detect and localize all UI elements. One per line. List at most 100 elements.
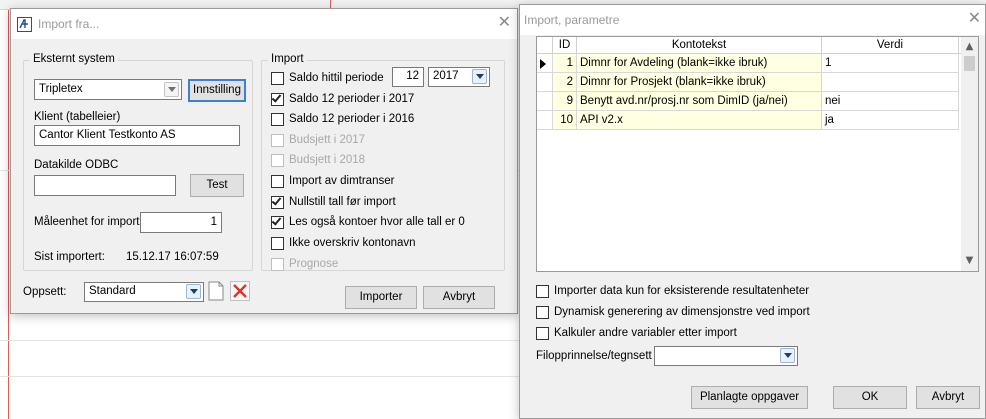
external-system-legend: Eksternt system xyxy=(30,53,118,65)
column-header-verdi[interactable]: Verdi xyxy=(822,37,959,54)
cell-id[interactable]: 1 xyxy=(553,54,577,73)
checkbox-unchecked xyxy=(271,154,284,167)
checkbox-unchecked xyxy=(271,258,284,271)
encoding-select[interactable] xyxy=(654,346,798,366)
chevron-down-icon[interactable] xyxy=(186,284,201,299)
cell-id[interactable]: 10 xyxy=(553,111,577,130)
import-option-label: Nullstill tall før import xyxy=(289,196,396,208)
grid-header: ID Kontotekst Verdi xyxy=(537,37,962,54)
scroll-thumb[interactable] xyxy=(964,56,975,71)
app-icon xyxy=(17,17,32,32)
system-select[interactable]: Tripletex xyxy=(34,79,182,100)
checkbox-unchecked[interactable] xyxy=(536,285,549,298)
checkbox-unchecked[interactable] xyxy=(271,175,284,188)
client-input[interactable]: Cantor Klient Testkonto AS xyxy=(34,125,240,146)
checkmark-icon xyxy=(271,92,282,103)
period-input[interactable]: 12 xyxy=(392,67,424,87)
params-dialog-titlebar: Import, parametre ✕ xyxy=(520,5,985,35)
encoding-label: Filopprinnelse/tegnsett xyxy=(536,350,652,362)
test-button[interactable]: Test xyxy=(190,174,244,197)
checkbox-checked[interactable] xyxy=(271,195,284,209)
row-indicator-cell[interactable] xyxy=(537,111,553,130)
import-option-label: Les også kontoer hvor alle tall er 0 xyxy=(289,216,465,228)
import-option-label: Ikke overskriv kontonavn xyxy=(289,237,416,249)
unit-input[interactable]: 1 xyxy=(140,212,222,233)
checkbox-checked[interactable] xyxy=(271,92,284,106)
checkbox-unchecked[interactable] xyxy=(271,237,284,250)
row-indicator-cell[interactable] xyxy=(537,54,553,73)
year-select[interactable]: 2017 xyxy=(428,67,490,87)
import-option-label: Saldo 12 perioder i 2017 xyxy=(289,93,415,105)
background-red-line-left xyxy=(8,10,9,419)
datasource-label: Datakilde ODBC xyxy=(34,159,119,171)
grid-scrollbar[interactable]: ▲ ▼ xyxy=(961,37,978,271)
params-dialog: Import, parametre ✕ ID Kontotekst Verdi … xyxy=(519,4,986,419)
system-select-value: Tripletex xyxy=(39,83,83,95)
checkmark-icon xyxy=(271,215,282,226)
last-import-label: Sist importert: xyxy=(34,251,105,263)
background-row-line xyxy=(0,376,520,377)
checkbox-unchecked[interactable] xyxy=(271,113,284,126)
import-options-legend: Import xyxy=(268,53,307,65)
row-indicator-cell[interactable] xyxy=(537,73,553,92)
planned-tasks-button[interactable]: Planlagte oppgaver xyxy=(691,386,808,409)
import-dialog-title: Import fra... xyxy=(38,17,100,31)
cell-verdi[interactable]: 1 xyxy=(822,54,959,73)
cell-kontotekst[interactable]: API v2.x xyxy=(577,111,822,130)
column-header-kontotekst[interactable]: Kontotekst xyxy=(577,37,822,54)
chevron-down-icon[interactable] xyxy=(164,82,179,97)
import-option-label: Saldo hittil periode xyxy=(289,72,384,84)
delete-icon[interactable] xyxy=(230,281,250,301)
checkbox-checked[interactable] xyxy=(271,215,284,229)
background-row-line xyxy=(0,340,520,341)
cell-kontotekst[interactable]: Benytt avd.nr/prosj.nr som DimID (ja/nei… xyxy=(577,92,822,111)
chevron-down-icon[interactable] xyxy=(472,69,487,84)
cancel-button[interactable]: Avbryt xyxy=(423,286,495,309)
close-icon[interactable]: ✕ xyxy=(968,10,981,26)
last-import-value: 15.12.17 16:07:59 xyxy=(126,251,219,263)
params-grid: ID Kontotekst Verdi 1 Dimnr for Avdeling … xyxy=(536,36,979,272)
import-dialog-titlebar: Import fra... ✕ xyxy=(11,9,517,39)
params-option-label: Dynamisk generering av dimensjonstre ved… xyxy=(554,306,810,318)
import-dialog: Import fra... ✕ Eksternt system Triplete… xyxy=(10,8,518,314)
setup-select[interactable]: Standard xyxy=(84,282,204,302)
ok-button[interactable]: OK xyxy=(833,386,907,409)
params-option-label: Kalkuler andre variabler etter import xyxy=(554,327,737,339)
checkbox-unchecked[interactable] xyxy=(271,72,284,85)
cell-id[interactable]: 9 xyxy=(553,92,577,111)
checkbox-unchecked[interactable] xyxy=(536,306,549,319)
cell-verdi[interactable] xyxy=(822,73,959,92)
params-dialog-title: Import, parametre xyxy=(524,13,620,27)
year-select-value: 2017 xyxy=(433,70,459,82)
checkmark-icon xyxy=(271,195,282,206)
settings-button[interactable]: Innstilling xyxy=(188,79,246,102)
unit-label: Måleenhet for import xyxy=(34,216,140,228)
params-option-label: Importer data kun for eksisterende resul… xyxy=(554,285,810,297)
checkbox-unchecked[interactable] xyxy=(536,327,549,340)
column-header-id[interactable]: ID xyxy=(553,37,577,54)
grid-header-indicator xyxy=(537,37,553,54)
cell-verdi[interactable]: ja xyxy=(822,111,959,130)
cell-kontotekst[interactable]: Dimnr for Prosjekt (blank=ikke ibruk) xyxy=(577,73,822,92)
setup-select-value: Standard xyxy=(89,285,136,297)
checkbox-unchecked xyxy=(271,134,284,147)
cancel-button[interactable]: Avbryt xyxy=(916,386,980,409)
external-system-group: Eksternt system Tripletex Innstilling Kl… xyxy=(23,53,253,271)
scroll-down-icon[interactable]: ▼ xyxy=(962,253,977,268)
datasource-input[interactable] xyxy=(34,175,176,196)
cell-id[interactable]: 2 xyxy=(553,73,577,92)
cell-verdi[interactable]: nei xyxy=(822,92,959,111)
row-indicator-cell[interactable] xyxy=(537,92,553,111)
import-option-label: Budsjett i 2017 xyxy=(289,134,366,146)
scroll-up-icon[interactable]: ▲ xyxy=(962,39,977,54)
setup-label: Oppsett: xyxy=(23,286,67,298)
import-option-label: Import av dimtranser xyxy=(289,175,395,187)
new-document-icon[interactable] xyxy=(208,281,224,301)
import-option-label: Saldo 12 perioder i 2016 xyxy=(289,113,415,125)
chevron-down-icon[interactable] xyxy=(780,348,795,363)
import-option-label: Budsjett i 2018 xyxy=(289,154,366,166)
client-label: Klient (tabelleier) xyxy=(34,111,121,123)
import-button[interactable]: Importer xyxy=(345,286,417,309)
cell-kontotekst[interactable]: Dimnr for Avdeling (blank=ikke ibruk) xyxy=(577,54,822,73)
close-icon[interactable]: ✕ xyxy=(498,14,511,30)
